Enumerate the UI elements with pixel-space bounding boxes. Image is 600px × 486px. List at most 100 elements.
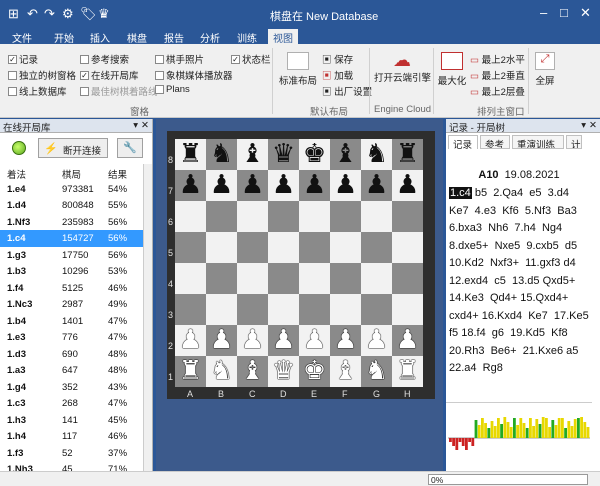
tab-board[interactable]: 棋盘 <box>127 30 147 45</box>
white-piece[interactable]: ♝ <box>237 356 268 387</box>
table-row[interactable]: 1.g4 352 43% <box>0 379 143 396</box>
move-text[interactable]: b5 2.Qa4 e5 3.d4 Ke7 4.e3 Kf6 5.Nf3 Ba3 … <box>449 187 595 374</box>
table-row[interactable]: 1.d4 800848 55% <box>0 197 143 214</box>
black-piece[interactable]: ♟ <box>361 170 392 201</box>
board-square[interactable] <box>299 294 330 325</box>
black-piece[interactable]: ♜ <box>175 139 206 170</box>
board-square[interactable] <box>392 294 423 325</box>
checkbox-online-opening-book[interactable]: ✓ 在线开局库 <box>80 68 139 82</box>
board-square[interactable] <box>268 294 299 325</box>
board-square[interactable] <box>392 201 423 232</box>
table-row[interactable]: 1.c3 268 47% <box>0 395 143 412</box>
board-square[interactable] <box>268 263 299 294</box>
top2-horizontal-button[interactable]: ▭ 最上2水平 <box>470 52 525 66</box>
checkbox-box[interactable] <box>8 70 17 80</box>
tab-replay-training[interactable]: 重演训练 <box>512 135 564 149</box>
white-piece[interactable]: ♟ <box>206 325 237 356</box>
checkbox-box[interactable] <box>155 54 164 64</box>
board-square[interactable] <box>175 294 206 325</box>
checkbox-notation[interactable]: ✓ 记录 <box>8 52 38 66</box>
tab-report[interactable]: 报告 <box>164 30 184 45</box>
table-row[interactable]: 1.d3 690 48% <box>0 346 143 363</box>
checkbox-box[interactable]: ✓ <box>8 54 17 64</box>
factory-reset-button[interactable]: ▣ 出厂设置 <box>322 84 372 98</box>
checkbox-separate-tree[interactable]: 独立的树窗格 <box>8 68 76 82</box>
board-square[interactable] <box>206 263 237 294</box>
board-square[interactable] <box>361 263 392 294</box>
close-icon[interactable]: ✕ <box>580 5 591 21</box>
pin-icon[interactable]: ▾ <box>133 120 138 131</box>
white-piece[interactable]: ♞ <box>361 356 392 387</box>
board-square[interactable] <box>299 232 330 263</box>
board-square[interactable] <box>206 201 237 232</box>
load-layout-button[interactable]: ▣ 加载 <box>322 68 353 82</box>
minimize-icon[interactable]: – <box>540 5 547 20</box>
table-row[interactable]: 1.a3 647 48% <box>0 362 143 379</box>
pin-icon[interactable]: ▾ <box>581 120 586 131</box>
tab-start[interactable]: 开始 <box>54 30 74 45</box>
white-piece[interactable]: ♟ <box>330 325 361 356</box>
tab-file[interactable]: 文件 <box>12 30 32 45</box>
white-piece[interactable]: ♝ <box>330 356 361 387</box>
tab-insert[interactable]: 插入 <box>90 30 110 45</box>
white-piece[interactable]: ♛ <box>268 356 299 387</box>
settings-tool-button[interactable]: 🔧 <box>117 138 143 158</box>
table-row[interactable]: 1.b3 10296 53% <box>0 263 143 280</box>
queen-icon[interactable]: ♛ <box>98 6 110 22</box>
undo-icon[interactable]: ↶ <box>27 6 38 22</box>
board-square[interactable] <box>299 201 330 232</box>
black-piece[interactable]: ♟ <box>206 170 237 201</box>
tag-icon[interactable]: 🏷 <box>80 6 97 22</box>
disconnect-button[interactable]: ⚡ 断开连接 <box>38 138 108 158</box>
standard-layout-button[interactable]: 标准布局 <box>278 52 318 87</box>
white-piece[interactable]: ♟ <box>175 325 206 356</box>
black-piece[interactable]: ♟ <box>392 170 423 201</box>
board-square[interactable] <box>237 263 268 294</box>
maximize-icon[interactable]: □ <box>560 5 568 20</box>
black-piece[interactable]: ♟ <box>330 170 361 201</box>
board-square[interactable] <box>361 201 392 232</box>
top2-vertical-button[interactable]: ▭ 最上2垂直 <box>470 68 525 82</box>
black-piece[interactable]: ♟ <box>237 170 268 201</box>
chessboard[interactable]: ♜ ♞ ♝ ♛ ♚ ♝ ♞ ♜ ♟ ♟ ♟ ♟ ♟ ♟ ♟ ♟ ♟ ♟ ♟ ♟ ♟ ♟ ♟ ♟ ♜ ♞ ♝ ♛ ♚ ♝ ♞ ♜ 8 7 6 5 4 3 2 1… <box>167 131 435 399</box>
checkbox-box[interactable] <box>80 54 89 64</box>
white-piece[interactable]: ♜ <box>392 356 423 387</box>
table-row[interactable]: 1.h4 117 46% <box>0 428 143 445</box>
current-move[interactable]: 1.c4 <box>449 187 472 199</box>
save-layout-button[interactable]: ▣ 保存 <box>322 52 353 66</box>
tab-training[interactable]: 训练 <box>237 30 257 45</box>
table-header[interactable]: 着法 棋局 结果 <box>0 164 143 181</box>
black-piece[interactable]: ♝ <box>330 139 361 170</box>
checkbox-box[interactable] <box>8 86 17 96</box>
white-piece[interactable]: ♜ <box>175 356 206 387</box>
board-square[interactable] <box>330 201 361 232</box>
board-square[interactable] <box>392 263 423 294</box>
settings-icon[interactable]: ⚙ <box>62 6 74 22</box>
black-piece[interactable]: ♟ <box>268 170 299 201</box>
black-piece[interactable]: ♟ <box>175 170 206 201</box>
board-square[interactable] <box>206 294 237 325</box>
table-row[interactable]: 1.f4 5125 46% <box>0 280 143 297</box>
table-row[interactable]: 1.Nc3 2987 49% <box>0 296 143 313</box>
board-square[interactable] <box>392 232 423 263</box>
board-square[interactable] <box>175 232 206 263</box>
white-piece[interactable]: ♟ <box>268 325 299 356</box>
tab-analysis[interactable]: 分析 <box>200 30 220 45</box>
black-piece[interactable]: ♟ <box>299 170 330 201</box>
board-square[interactable] <box>268 201 299 232</box>
board-square[interactable] <box>237 232 268 263</box>
evaluation-graph[interactable] <box>446 402 592 472</box>
table-row[interactable]: 1.f3 52 37% <box>0 445 143 462</box>
tab-view[interactable]: 视图 <box>268 29 298 45</box>
board-square[interactable] <box>268 232 299 263</box>
black-piece[interactable]: ♞ <box>361 139 392 170</box>
board-square[interactable] <box>330 232 361 263</box>
white-piece[interactable]: ♚ <box>299 356 330 387</box>
checkbox-player-photo[interactable]: 棋手照片 <box>155 52 204 66</box>
black-piece[interactable]: ♛ <box>268 139 299 170</box>
checkbox-online-db[interactable]: 线上数据库 <box>8 84 67 98</box>
black-piece[interactable]: ♜ <box>392 139 423 170</box>
checkbox-media-player[interactable]: 象棋媒体播放器 <box>155 68 233 82</box>
board-square[interactable] <box>361 232 392 263</box>
board-square[interactable] <box>330 294 361 325</box>
